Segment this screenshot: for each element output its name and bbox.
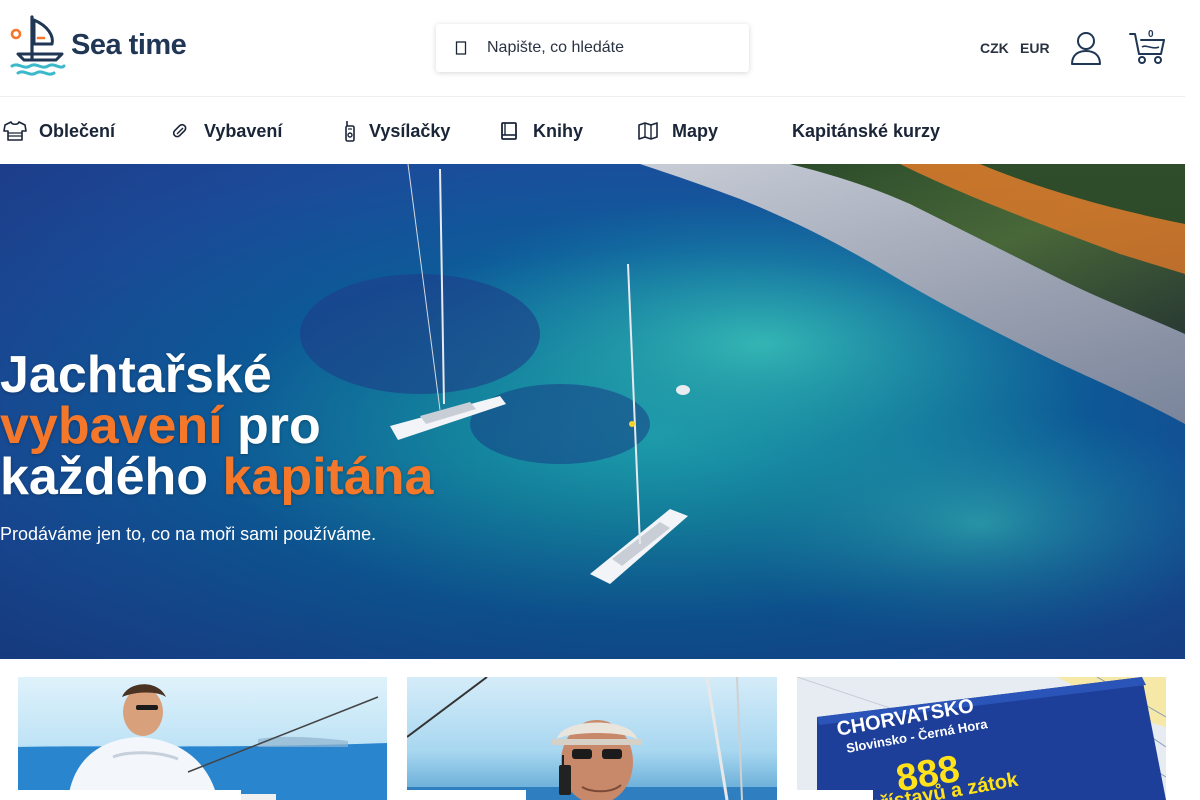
site-header: Sea time CZK EUR 0 xyxy=(0,0,1185,97)
search-box[interactable] xyxy=(436,24,749,72)
nav-item-vybaveni[interactable]: Vybavení xyxy=(168,98,282,164)
card-tab-small xyxy=(241,794,276,800)
nav-item-knihy[interactable]: Knihy xyxy=(497,98,583,164)
nav-item-obleceni[interactable]: Oblečení xyxy=(3,98,115,164)
radio-icon xyxy=(338,119,362,143)
hero-title-accent-2: kapitána xyxy=(222,448,434,506)
card-tab xyxy=(797,790,873,800)
sailboat-logo-icon xyxy=(10,15,66,76)
nav-item-vysilacky[interactable]: Vysílačky xyxy=(338,98,450,164)
cart-count-badge: 0 xyxy=(1148,29,1154,40)
search-icon[interactable] xyxy=(436,40,486,56)
carabiner-icon xyxy=(168,119,192,143)
nav-label: Knihy xyxy=(533,120,584,141)
cart-icon[interactable] xyxy=(1128,30,1166,66)
hero-subtitle: Prodáváme jen to, co na moři sami použív… xyxy=(0,524,377,544)
currency-eur[interactable]: EUR xyxy=(1020,40,1050,56)
category-card-2[interactable] xyxy=(407,677,777,800)
nav-label: Oblečení xyxy=(39,120,116,141)
hero-title: Jachtařské vybavení pro každého kapitána xyxy=(0,349,434,506)
card-tab xyxy=(18,790,241,800)
hero-title-line1: Jachtařské xyxy=(0,346,272,404)
brand-logo[interactable]: Sea time xyxy=(10,14,195,78)
hero-title-line3: každého xyxy=(0,448,223,506)
hero-banner: Jachtařské vybavení pro každého kapitána… xyxy=(0,164,1185,659)
nav-label: Mapy xyxy=(672,120,719,141)
main-navigation: Oblečení Vybavení Vysílačky Knihy Mapy K… xyxy=(0,98,1185,164)
skipper-with-radio-image xyxy=(407,677,777,800)
man-fishing-image xyxy=(18,684,387,800)
nav-label: Vybavení xyxy=(204,120,283,141)
book-icon xyxy=(497,119,521,143)
card-tab xyxy=(407,790,526,800)
hero-title-accent-1: vybavení xyxy=(0,397,223,455)
tshirt-icon xyxy=(3,119,27,143)
nav-label: Vysílačky xyxy=(369,120,451,141)
category-card-3[interactable]: CHORVATSKO Slovinsko - Černá Hora 888 př… xyxy=(797,677,1166,800)
nav-item-mapy[interactable]: Mapy xyxy=(636,98,718,164)
category-card-1[interactable] xyxy=(18,677,387,800)
nav-label: Kapitánské kurzy xyxy=(792,120,941,141)
hero-title-line2: pro xyxy=(222,397,321,455)
currency-czk[interactable]: CZK xyxy=(980,40,1009,56)
map-icon xyxy=(636,119,660,143)
brand-name: Sea time xyxy=(71,29,187,61)
nav-item-kapitanske-kurzy[interactable]: Kapitánské kurzy xyxy=(792,98,940,164)
search-input[interactable] xyxy=(487,39,737,57)
user-icon[interactable] xyxy=(1070,31,1102,65)
